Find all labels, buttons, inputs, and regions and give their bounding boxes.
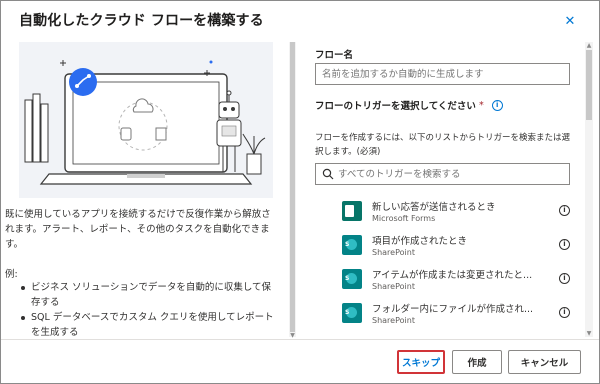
trigger-list: 新しい応答が送信されるとき Microsoft Forms i S 項目が作成さ… bbox=[342, 194, 582, 330]
create-flow-dialog: 自動化したクラウド フローを構築する ✕ 既に使用しているアプリを接続するだけで… bbox=[0, 0, 600, 384]
trigger-search-input[interactable] bbox=[338, 168, 558, 180]
right-scrollbar-thumb[interactable] bbox=[586, 50, 592, 120]
flow-name-label: フロー名 bbox=[315, 50, 354, 61]
trigger-title: アイテムが作成または変更されたと... bbox=[372, 270, 533, 281]
trigger-item[interactable]: S アイテムが作成または変更されたと... SharePoint i bbox=[342, 262, 582, 296]
create-button[interactable]: 作成 bbox=[452, 350, 502, 374]
feature-description: 既に使用しているアプリを接続するだけで反復作業から解放されます。アラート、レポー… bbox=[5, 209, 271, 250]
dialog-title: 自動化したクラウド フローを構築する bbox=[19, 13, 264, 29]
trigger-connector: Microsoft Forms bbox=[372, 214, 436, 223]
left-scrollbar[interactable]: ▼ bbox=[289, 42, 296, 339]
example-item: SQL データベースでカスタム クエリを使用してレポートを生成する bbox=[19, 311, 277, 340]
sharepoint-icon: S bbox=[342, 269, 362, 289]
trigger-title: 新しい応答が送信されるとき bbox=[372, 202, 496, 213]
cancel-button[interactable]: キャンセル bbox=[508, 350, 581, 374]
left-scrollbar-thumb[interactable] bbox=[290, 42, 295, 332]
scroll-down-icon[interactable]: ▼ bbox=[289, 332, 296, 339]
search-icon bbox=[322, 168, 334, 180]
scroll-up-icon[interactable]: ▲ bbox=[585, 42, 593, 49]
hero-illustration bbox=[19, 42, 273, 198]
trigger-connector: SharePoint bbox=[372, 248, 415, 257]
trigger-title: フォルダー内にファイルが作成され... bbox=[372, 304, 534, 315]
footer-divider bbox=[1, 339, 599, 340]
info-icon[interactable]: i bbox=[559, 307, 570, 318]
scroll-down-icon[interactable]: ▼ bbox=[585, 330, 593, 337]
required-mark: * bbox=[478, 99, 484, 111]
info-icon[interactable]: i bbox=[491, 99, 503, 111]
trigger-connector: SharePoint bbox=[372, 282, 415, 291]
trigger-help-text: フローを作成するには、以下のリストからトリガーを検索または選択します。(必須) bbox=[315, 133, 571, 157]
right-scrollbar[interactable]: ▲ ▼ bbox=[585, 42, 593, 337]
info-icon[interactable]: i bbox=[559, 273, 570, 284]
trigger-label: フローのトリガーを選択してください bbox=[315, 101, 476, 112]
flow-form: フロー名 フローのトリガーを選択してください * i フローを作成するには、以下… bbox=[312, 42, 582, 337]
sharepoint-icon: S bbox=[342, 303, 362, 323]
forms-icon bbox=[342, 201, 362, 221]
skip-button[interactable]: スキップ bbox=[397, 350, 445, 374]
info-icon[interactable]: i bbox=[559, 205, 570, 216]
close-icon[interactable]: ✕ bbox=[561, 13, 579, 31]
info-icon[interactable]: i bbox=[559, 239, 570, 250]
example-list: ビジネス ソリューションでデータを自動的に収集して保存する SQL データベース… bbox=[19, 281, 277, 341]
trigger-connector: SharePoint bbox=[372, 316, 415, 325]
trigger-item[interactable]: S フォルダー内にファイルが作成され... SharePoint i bbox=[342, 296, 582, 330]
trigger-item[interactable]: 新しい応答が送信されるとき Microsoft Forms i bbox=[342, 194, 582, 228]
sharepoint-icon: S bbox=[342, 235, 362, 255]
trigger-item[interactable]: S 項目が作成されたとき SharePoint i bbox=[342, 228, 582, 262]
trigger-label-row: フローのトリガーを選択してください * i bbox=[315, 98, 503, 112]
example-item: ビジネス ソリューションでデータを自動的に収集して保存する bbox=[19, 281, 277, 310]
trigger-search-box[interactable] bbox=[315, 163, 570, 185]
flow-name-input[interactable] bbox=[315, 63, 570, 85]
trigger-title: 項目が作成されたとき bbox=[372, 236, 468, 247]
laptop-illustration bbox=[24, 60, 266, 185]
example-label: 例: bbox=[5, 269, 18, 280]
